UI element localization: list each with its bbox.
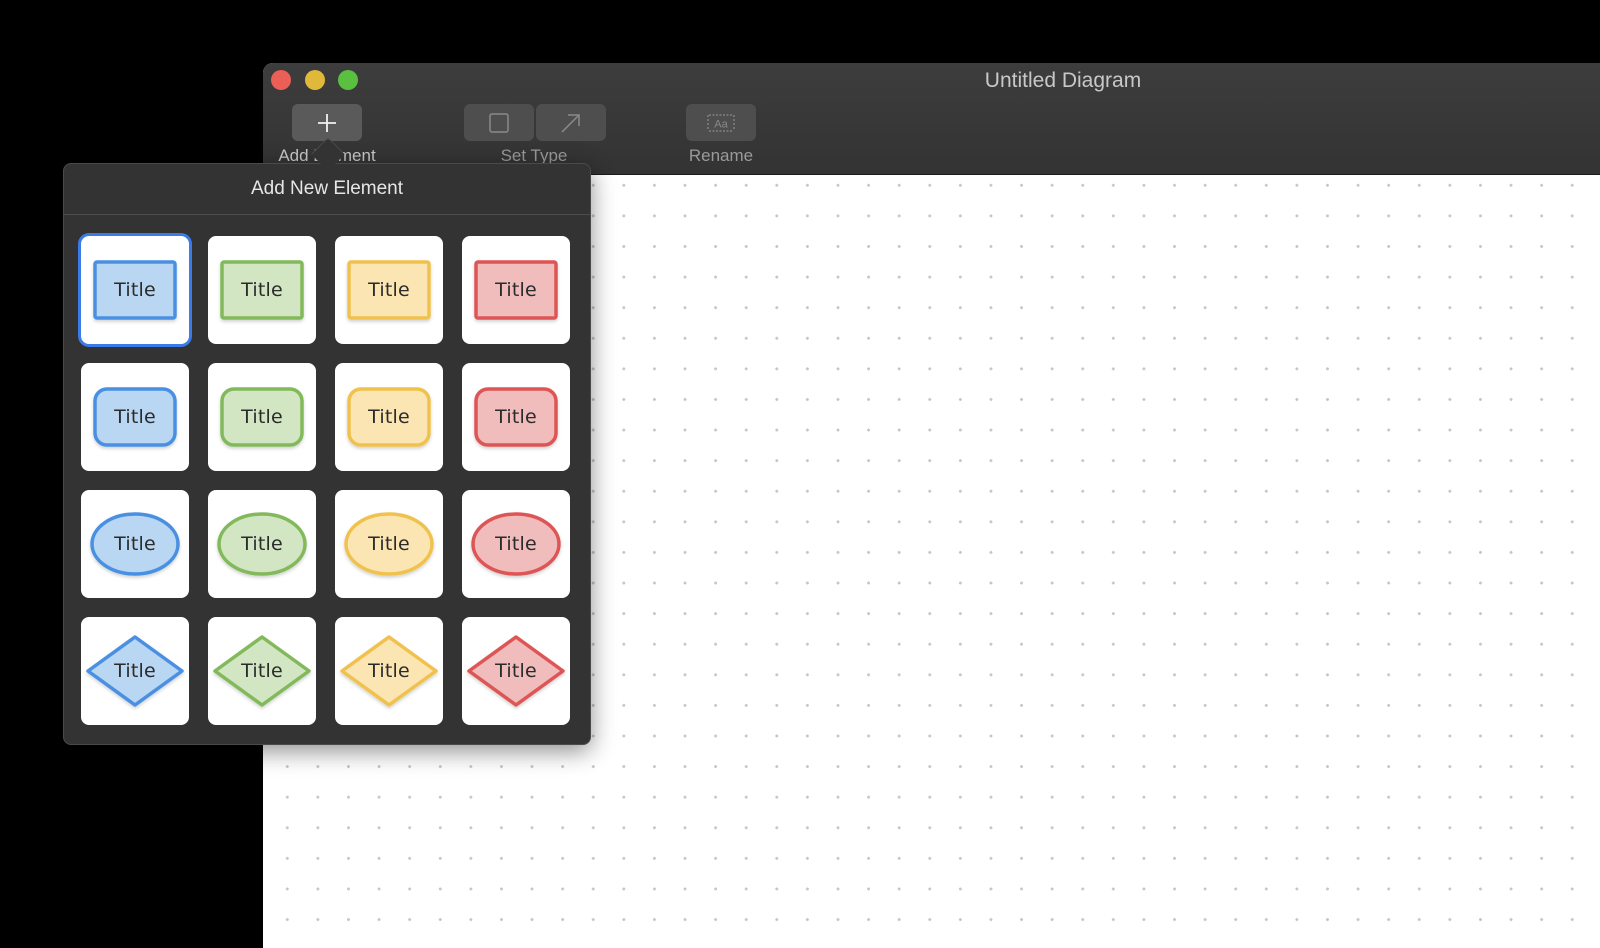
element-tile-label: Title (114, 660, 156, 682)
element-tile-diamond-yellow[interactable]: Title (335, 617, 443, 725)
add-element-button[interactable] (292, 104, 362, 141)
element-tile-rounded-rectangle-red[interactable]: Title (462, 363, 570, 471)
element-tile-rounded-rectangle-blue[interactable]: Title (81, 363, 189, 471)
element-tile-diamond-red[interactable]: Title (462, 617, 570, 725)
plus-icon (318, 113, 336, 132)
element-tile-label: Title (368, 279, 410, 301)
text-field-icon-text: Aa (714, 118, 728, 130)
element-tile-diamond-green[interactable]: Title (208, 617, 316, 725)
element-tile-rectangle-blue[interactable]: Title (81, 236, 189, 344)
element-tile-ellipse-green[interactable]: Title (208, 490, 316, 598)
element-tile-label: Title (368, 660, 410, 682)
element-tile-label: Title (114, 533, 156, 555)
element-tile-label: Title (241, 279, 283, 301)
minimize-button[interactable] (305, 70, 325, 90)
element-tile-label: Title (495, 406, 537, 428)
element-tile-label: Title (114, 279, 156, 301)
text-field-icon: Aa (707, 113, 735, 132)
zoom-button[interactable] (338, 70, 358, 90)
arrow-up-right-icon (561, 113, 580, 133)
element-tile-rounded-rectangle-green[interactable]: Title (208, 363, 316, 471)
element-tile-rectangle-green[interactable]: Title (208, 236, 316, 344)
element-tile-label: Title (495, 279, 537, 301)
element-tile-label: Title (114, 406, 156, 428)
element-tile-diamond-blue[interactable]: Title (81, 617, 189, 725)
element-tile-label: Title (241, 533, 283, 555)
element-tile-label: Title (368, 406, 410, 428)
rename-label: Rename (688, 146, 754, 165)
element-grid: Title Title Title Title Title Title Title Title… (81, 236, 570, 725)
element-tile-rectangle-red[interactable]: Title (462, 236, 570, 344)
add-element-popover: Add New Element Title Title Title Title Titl… (63, 163, 591, 745)
toolbar: Untitled Diagram Add Element Set Type Aa… (263, 63, 1600, 175)
element-tile-label: Title (368, 533, 410, 555)
element-tile-label: Title (495, 533, 537, 555)
set-type-shape-button[interactable] (464, 104, 534, 141)
element-tile-rounded-rectangle-yellow[interactable]: Title (335, 363, 443, 471)
element-tile-ellipse-blue[interactable]: Title (81, 490, 189, 598)
element-tile-label: Title (495, 660, 537, 682)
element-tile-rectangle-yellow[interactable]: Title (335, 236, 443, 344)
popover-title: Add New Element (64, 164, 590, 215)
element-tile-label: Title (241, 406, 283, 428)
square-icon (489, 112, 509, 133)
element-tile-label: Title (241, 660, 283, 682)
element-tile-ellipse-red[interactable]: Title (462, 490, 570, 598)
set-type-arrow-button[interactable] (536, 104, 606, 141)
element-tile-ellipse-yellow[interactable]: Title (335, 490, 443, 598)
rename-button[interactable]: Aa (686, 104, 756, 141)
window-title: Untitled Diagram (984, 69, 1142, 92)
close-button[interactable] (271, 70, 291, 90)
